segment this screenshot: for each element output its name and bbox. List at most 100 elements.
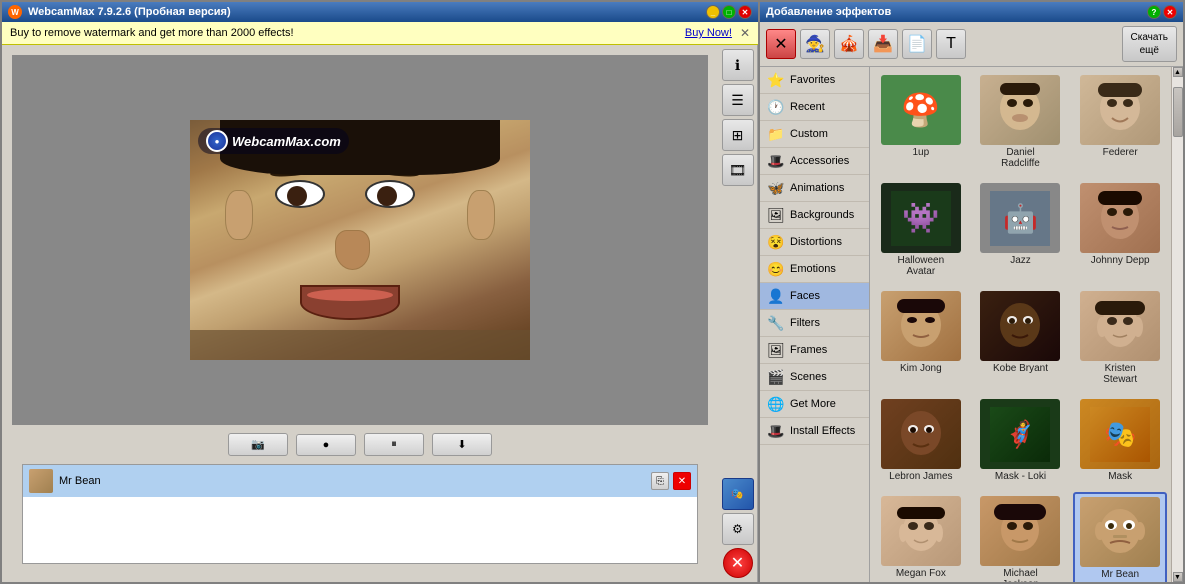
right-title-bar: Добавление эффектов ? ✕ <box>760 2 1183 22</box>
category-filters[interactable]: 🔧 Filters <box>760 310 869 337</box>
camera-button[interactable]: 📷 <box>228 433 288 456</box>
category-recent[interactable]: 🕐 Recent <box>760 94 869 121</box>
category-install-effects[interactable]: 🎩 Install Effects <box>760 418 869 445</box>
frames-icon: 🖼 <box>766 340 786 360</box>
get-more-icon: 🌐 <box>766 394 786 414</box>
scenes-label: Scenes <box>790 371 827 383</box>
frames-label: Frames <box>790 344 827 356</box>
effect-michael-label: MichaelJackson <box>1002 568 1039 582</box>
effect-kim-image <box>881 291 961 361</box>
category-faces[interactable]: 👤 Faces <box>760 283 869 310</box>
category-favorites[interactable]: ⭐ Favorites <box>760 67 869 94</box>
layers-button[interactable]: ⊞ <box>722 119 754 151</box>
help-button[interactable]: ? <box>1147 5 1161 19</box>
effect-daniel-label: DanielRadcliffe <box>1001 147 1040 169</box>
effect-lebron[interactable]: Lebron James <box>874 395 968 486</box>
category-emotions[interactable]: 😊 Emotions <box>760 256 869 283</box>
backgrounds-icon: 🖼 <box>766 205 786 225</box>
scrollbar[interactable]: ▲ ▼ <box>1171 67 1183 582</box>
category-frames[interactable]: 🖼 Frames <box>760 337 869 364</box>
promo-close-button[interactable]: ✕ <box>740 26 750 40</box>
magic-wand-button[interactable]: 🧙 <box>800 29 830 59</box>
effect-kristen-label: KristenStewart <box>1103 363 1137 385</box>
effect-lebron-label: Lebron James <box>889 471 952 482</box>
buy-now-link[interactable]: Buy Now! <box>685 27 732 39</box>
right-close-button[interactable]: ✕ <box>1163 5 1177 19</box>
install-effects-icon: 🎩 <box>766 421 786 441</box>
right-ear <box>467 190 495 240</box>
video-section: ● WebcamMax.com 📷 ● ⏸ ⬇ Mr Bean ⎘ <box>2 45 718 582</box>
emotions-icon: 😊 <box>766 259 786 279</box>
side-toolbar: ℹ ☰ ⊞ 🎞 🎭 ⚙ ✕ <box>718 45 758 582</box>
faces-icon: 👤 <box>766 286 786 306</box>
effect-mask[interactable]: 🎭 Mask <box>1073 395 1167 486</box>
effects-content: ⭐ Favorites 🕐 Recent 📁 Custom 🎩 Accessor… <box>760 67 1183 582</box>
main-area: ● WebcamMax.com 📷 ● ⏸ ⬇ Mr Bean ⎘ <box>2 45 758 582</box>
effect-kristen-image <box>1080 291 1160 361</box>
title-bar: W WebcamMax 7.9.2.6 (Пробная версия) _ □… <box>2 2 758 22</box>
category-animations[interactable]: 🦋 Animations <box>760 175 869 202</box>
title-controls: _ □ ✕ <box>706 5 752 19</box>
effect-1up[interactable]: 🍄 1up <box>874 71 968 173</box>
effect-johnny-label: Johnny Depp <box>1091 255 1150 266</box>
effect-michael[interactable]: MichaelJackson <box>974 492 1068 582</box>
remove-effect-button[interactable]: ✕ <box>766 29 796 59</box>
effect-kobe-label: Kobe Bryant <box>993 363 1048 374</box>
effect-mr-bean[interactable]: Mr Bean <box>1073 492 1167 582</box>
effect-halloween[interactable]: 👾 HalloweenAvatar <box>874 179 968 281</box>
category-get-more[interactable]: 🌐 Get More <box>760 391 869 418</box>
settings-button[interactable]: ⚙ <box>722 513 754 545</box>
effect-delete-button[interactable]: ✕ <box>673 472 691 490</box>
effect-loki[interactable]: 🦸 Mask - Loki <box>974 395 1068 486</box>
category-distortions[interactable]: 😵 Distortions <box>760 229 869 256</box>
stop-button[interactable]: ✕ <box>723 548 753 578</box>
pause-button[interactable]: ⏸ <box>364 433 424 456</box>
scroll-thumb[interactable] <box>1173 87 1183 137</box>
effect-federer[interactable]: Federer <box>1073 71 1167 173</box>
download-button[interactable]: ⬇ <box>432 433 492 456</box>
effect-federer-label: Federer <box>1103 147 1138 158</box>
film-button[interactable]: 🎞 <box>722 154 754 186</box>
scenes-icon: 🎬 <box>766 367 786 387</box>
promo-text: Buy to remove watermark and get more tha… <box>10 27 294 39</box>
effect-1up-label: 1up <box>912 147 929 158</box>
mouth <box>300 285 400 320</box>
import-button[interactable]: 📥 <box>868 29 898 59</box>
effect-1up-image: 🍄 <box>881 75 961 145</box>
maximize-button[interactable]: □ <box>722 5 736 19</box>
category-custom[interactable]: 📁 Custom <box>760 121 869 148</box>
effect-item[interactable]: Mr Bean ⎘ ✕ <box>23 465 697 497</box>
add-effect-button[interactable]: 🎪 <box>834 29 864 59</box>
effects-open-button[interactable]: 🎭 <box>722 478 754 510</box>
effect-jazz[interactable]: 🤖 Jazz <box>974 179 1068 281</box>
category-accessories[interactable]: 🎩 Accessories <box>760 148 869 175</box>
scroll-up-button[interactable]: ▲ <box>1173 67 1183 77</box>
faces-label: Faces <box>790 290 820 302</box>
close-button[interactable]: ✕ <box>738 5 752 19</box>
scroll-down-button[interactable]: ▼ <box>1173 572 1183 582</box>
category-backgrounds[interactable]: 🖼 Backgrounds <box>760 202 869 229</box>
effect-copy-button[interactable]: ⎘ <box>651 472 669 490</box>
effect-megan[interactable]: Megan Fox <box>874 492 968 582</box>
effect-johnny[interactable]: Johnny Depp <box>1073 179 1167 281</box>
effect-federer-image <box>1080 75 1160 145</box>
record-button[interactable]: ● <box>296 434 356 456</box>
effect-megan-label: Megan Fox <box>896 568 946 579</box>
favorites-icon: ⭐ <box>766 70 786 90</box>
effect-daniel[interactable]: DanielRadcliffe <box>974 71 1068 173</box>
pdf-button[interactable]: 📄 <box>902 29 932 59</box>
effect-actions: ⎘ ✕ <box>651 472 691 490</box>
minimize-button[interactable]: _ <box>706 5 720 19</box>
category-scenes[interactable]: 🎬 Scenes <box>760 364 869 391</box>
info-button[interactable]: ℹ <box>722 49 754 81</box>
download-more-button[interactable]: Скачать ещё <box>1122 26 1178 62</box>
custom-label: Custom <box>790 128 828 140</box>
effect-kristen[interactable]: KristenStewart <box>1073 287 1167 389</box>
left-panel: W WebcamMax 7.9.2.6 (Пробная версия) _ □… <box>0 0 760 584</box>
effect-kobe[interactable]: Kobe Bryant <box>974 287 1068 389</box>
animations-icon: 🦋 <box>766 178 786 198</box>
install-effects-label: Install Effects <box>790 425 855 437</box>
effect-kim[interactable]: Kim Jong <box>874 287 968 389</box>
text-button[interactable]: T <box>936 29 966 59</box>
list-button[interactable]: ☰ <box>722 84 754 116</box>
